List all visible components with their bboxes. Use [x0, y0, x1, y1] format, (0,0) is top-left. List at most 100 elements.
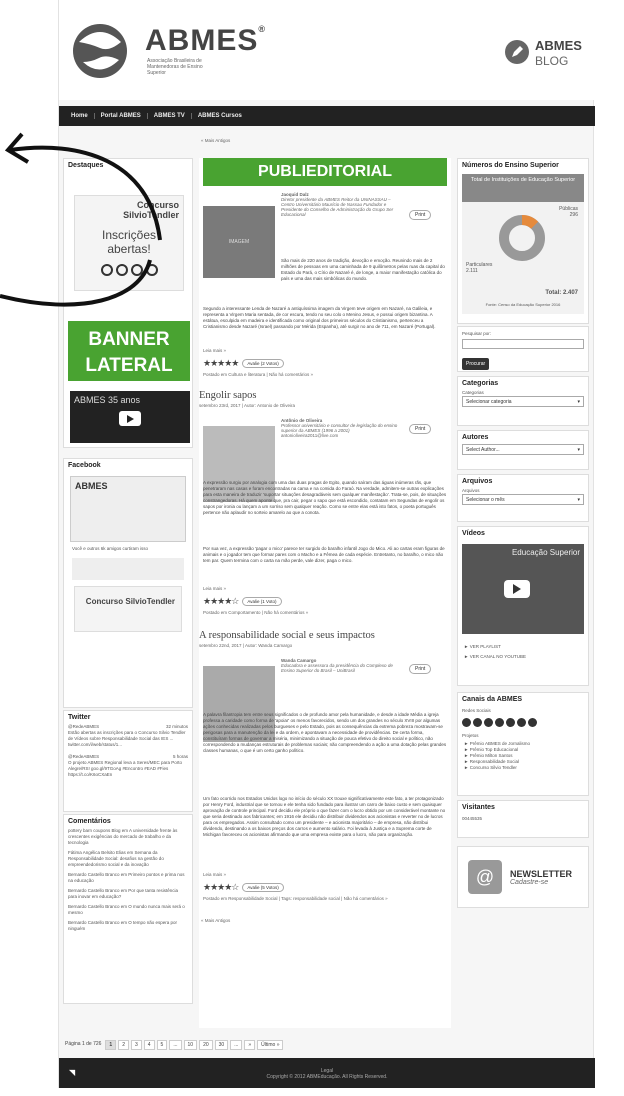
social-icon[interactable]	[100, 264, 113, 276]
search-button[interactable]: Procurar	[462, 358, 490, 370]
nav-home[interactable]: Home	[65, 113, 95, 119]
page-link[interactable]: 2	[118, 1040, 129, 1050]
post-title[interactable]: PUBLIEDITORIAL	[203, 158, 447, 186]
blog-title[interactable]: ABMES	[535, 39, 582, 52]
post-body: A expressão surgiu por analogia com uma …	[203, 480, 447, 515]
rss-icon[interactable]: ◥	[69, 1068, 75, 1077]
comments-link[interactable]: Não há comentários »	[264, 610, 308, 615]
read-more-link[interactable]: Leia mais »	[203, 586, 226, 591]
tags[interactable]: Tags: responsabilidade social |	[281, 896, 343, 901]
page-link[interactable]: 30	[214, 1040, 229, 1050]
post-title[interactable]: Engolir sapos	[199, 388, 451, 403]
posted-in[interactable]: Postado em Comportamento |	[203, 610, 264, 615]
playlist-link[interactable]: ► VER PLAYLIST	[458, 638, 588, 650]
mais-antigos-link[interactable]: « Mais Antigos	[201, 918, 230, 923]
play-icon[interactable]	[119, 411, 141, 426]
rating-stars[interactable]: ★★★★★	[203, 358, 239, 369]
right-sidebar: Números do Ensino Superior Total de Inst…	[457, 158, 591, 998]
mais-antigos-link[interactable]: « Mais Antigos	[201, 138, 230, 143]
videos-widget: Vídeos Educação Superior ► VER PLAYLIST …	[457, 526, 589, 686]
page-link[interactable]: 5	[156, 1040, 168, 1050]
search-input[interactable]	[462, 339, 584, 349]
facebook-icon[interactable]	[462, 718, 471, 727]
newsletter-title: NEWSLETTER	[510, 868, 572, 879]
social-icons	[458, 716, 588, 729]
social-icons	[75, 264, 183, 276]
twitter-icon[interactable]	[473, 718, 482, 727]
blog-subtitle: BLOG	[535, 54, 569, 68]
author-email[interactable]: antonioliveira2011@live.com	[281, 433, 401, 438]
post-author[interactable]: Autor: Antonio de Oliveira	[244, 403, 295, 408]
comments-link[interactable]: Não há comentários »	[269, 372, 313, 377]
comment-item[interactable]: Fátima Angélica Belsito Elias em Semana …	[68, 850, 188, 868]
last-page-link[interactable]: Último »	[257, 1040, 284, 1050]
rating-button[interactable]: Avalie (5 Votos)	[242, 883, 284, 892]
brand-subtitle: Associação Brasileira de Mantenedoras de…	[147, 58, 203, 76]
page-link[interactable]: 3	[130, 1040, 142, 1050]
page: ABMES® Associação Brasileira de Mantened…	[58, 0, 595, 1088]
comment-item[interactable]: pottery barn coupons Blog em A universid…	[68, 828, 188, 846]
comment-item[interactable]: Bernardo Castello Branco em O tempo não …	[68, 920, 188, 932]
nav-tv[interactable]: ABMES TV	[148, 113, 192, 119]
numeros-widget: Números do Ensino Superior Total de Inst…	[457, 158, 589, 324]
social-icon[interactable]	[115, 264, 128, 276]
page-link[interactable]: 10	[183, 1040, 198, 1050]
categorias-select[interactable]: Selecionar categoria ▾	[462, 396, 584, 407]
autores-select[interactable]: Select Author... ▾	[462, 444, 584, 455]
nav-portal[interactable]: Portal ABMES	[95, 113, 148, 119]
author-role: Educadora e assessora da presidência do …	[281, 663, 393, 673]
posted-in[interactable]: Postado em Cultura e literatura |	[203, 372, 269, 377]
banner-lateral[interactable]: BANNER LATERAL	[68, 321, 190, 381]
video-player[interactable]: Educação Superior	[462, 544, 584, 634]
comment-item[interactable]: Bernardo Castello Branco em O mundo nunc…	[68, 904, 188, 916]
page-ellipsis: ...	[230, 1040, 243, 1050]
print-button[interactable]: Print	[409, 664, 432, 674]
post-author[interactable]: Autor: Wanda Camargo	[245, 643, 292, 648]
pencil-icon	[505, 40, 529, 64]
arquivos-select[interactable]: Selecionar o mês ▾	[462, 494, 584, 505]
instagram-icon[interactable]	[528, 718, 537, 727]
print-button[interactable]: Print	[409, 424, 432, 434]
comments-link[interactable]: Não há comentários »	[344, 896, 388, 901]
page-link[interactable]: 20	[199, 1040, 213, 1050]
concurso-banner[interactable]: Concurso SilvioTendler Inscrições aberta…	[74, 195, 184, 291]
print-button[interactable]: Print	[409, 210, 432, 220]
youtube-icon[interactable]	[484, 718, 493, 727]
googleplus-icon[interactable]	[495, 718, 504, 727]
widget-title: Números do Ensino Superior	[462, 162, 559, 169]
chart-title: Total de Instituições de Educação Superi…	[470, 177, 576, 183]
read-more-link[interactable]: Leia mais »	[203, 348, 226, 353]
widget-title: Autores	[462, 434, 489, 441]
newsletter-widget[interactable]: @ NEWSLETTER Cadastre-se	[457, 846, 589, 908]
page-link[interactable]: 4	[143, 1040, 155, 1050]
concurso-banner-small[interactable]: Concurso SilvioTendler	[74, 586, 182, 632]
linkedin-icon[interactable]	[506, 718, 515, 727]
abmes-logo-icon[interactable]	[69, 22, 131, 80]
redes-label: Redes Sociais	[462, 708, 491, 713]
facebook-widget: Facebook ABMES Você e outros 6k amigos c…	[63, 458, 193, 708]
social-icon[interactable]	[145, 264, 158, 276]
read-more-link[interactable]: Leia mais »	[203, 872, 226, 877]
page-link[interactable]: 1	[105, 1040, 117, 1050]
youtube-link[interactable]: ► VER CANAL NO YOUTUBE	[458, 650, 588, 660]
nav-cursos[interactable]: ABMES Cursos	[192, 113, 248, 119]
comment-item[interactable]: Bernardo Castello Branco em Por que tant…	[68, 888, 188, 900]
rating-button[interactable]: Avalie (2 Votos)	[242, 359, 284, 368]
video-thumbnail[interactable]: ABMES 35 anos	[70, 391, 190, 443]
select-value: Selecionar categoria	[466, 399, 512, 405]
rating-stars[interactable]: ★★★★☆	[203, 882, 239, 893]
site-footer: ◥ Legal Copyright © 2012 ABMEducação. Al…	[59, 1058, 595, 1088]
flickr-icon[interactable]	[517, 718, 526, 727]
social-icon[interactable]	[130, 264, 143, 276]
brand-name[interactable]: ABMES®	[145, 24, 266, 58]
numeros-chart[interactable]: Total de Instituições de Educação Superi…	[462, 174, 584, 314]
next-page-link[interactable]: »	[244, 1040, 256, 1050]
comment-item[interactable]: Bernardo Castello Branco em Primeiro pon…	[68, 872, 188, 884]
fb-page-card[interactable]: ABMES	[70, 476, 186, 542]
rating-stars[interactable]: ★★★★☆	[203, 596, 239, 607]
rating-button[interactable]: Avalie (1 Voto)	[242, 597, 282, 606]
play-icon[interactable]	[504, 580, 530, 598]
post-title[interactable]: A responsabilidade social e seus impacto…	[199, 628, 451, 643]
posted-in[interactable]: Postado em Responsabilidade Social |	[203, 896, 281, 901]
projeto-item[interactable]: ► Concurso Silvio Tendler	[464, 765, 582, 771]
